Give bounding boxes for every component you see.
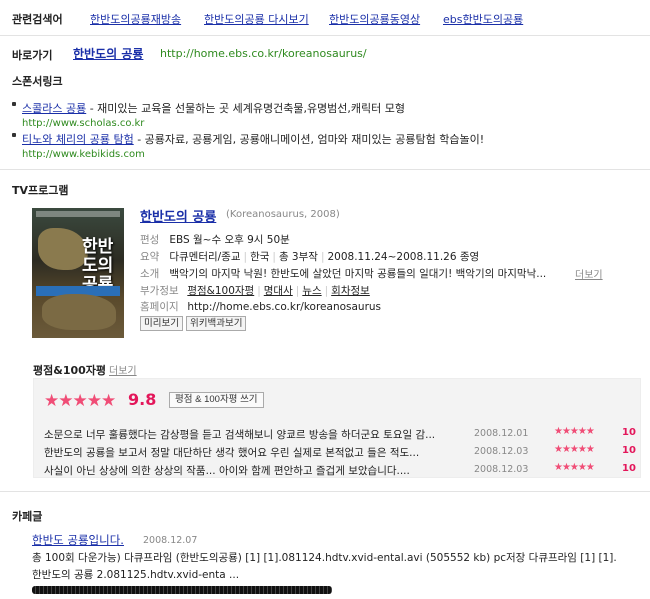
rating-stars-icon: ★★★★★ [44,391,116,411]
sponsor-url[interactable]: http://www.kebikids.com [22,149,642,160]
review-text[interactable]: 소문으로 너무 훌륭했다는 감상평을 듣고 검색해보니 양쿄르 방송을 하더군요… [44,429,435,441]
review-row[interactable]: 소문으로 너무 훌륭했다는 감상평을 듣고 검색해보니 양쿄르 방송을 하더군요… [44,426,636,441]
review-score: 10 [622,463,636,474]
sponsor-url[interactable]: http://www.scholas.co.kr [22,118,642,129]
cafe-post-date: 2008.12.07 [143,535,198,546]
sponsor-title-link[interactable]: 스콜라스 공룡 [22,102,86,115]
program-poster-image[interactable]: 한반도의 공룡 [32,208,124,338]
info-key: 소개 [140,268,160,280]
related-searches-bar: 관련검색어 한반도의공룡재방송 한반도의공룡 다시보기 한반도의공룡동영상 eb… [0,0,650,36]
news-link[interactable]: 뉴스 [302,285,321,297]
homepage-link[interactable]: http://home.ebs.co.kr/koreanosaurus [187,301,381,313]
info-key: 편성 [140,234,160,246]
dinosaur-body-shape [42,294,116,330]
review-date: 2008.12.03 [474,446,529,457]
info-row-homepage: 홈페이지 http://home.ebs.co.kr/koreanosaurus [140,299,381,314]
info-value: 한국 [250,251,270,263]
sponsor-item: 티노와 체리의 공룡 탐험 - 공룡자료, 공룡게임, 공룡애니메이션, 엄마와… [12,131,642,160]
dinosaur-head-shape [38,228,88,270]
write-review-button[interactable]: 평점 & 100자평 쓰기 [169,392,264,408]
related-keyword-link[interactable]: 한반도의공룡동영상 [329,11,420,27]
info-row-intro: 소개 백악기의 마지막 낙원! 한반도에 살았던 마지막 공룡들의 일대기! 백… [140,266,603,281]
info-key: 요약 [140,251,160,263]
shortcut-url-link[interactable]: http://home.ebs.co.kr/koreanosaurus/ [160,47,367,60]
info-key: 홈페이지 [140,301,179,313]
review-stars-icon: ★★★★★ [554,444,595,455]
tv-section-title: TV프로그램 [12,184,69,197]
sponsor-section-title: 스폰서링크 [12,75,63,88]
related-keyword-link[interactable]: 한반도의공룡재방송 [90,11,181,27]
info-key: 부가정보 [140,285,179,297]
shortcut-section: 바로가기 한반도의 공룡 http://home.ebs.co.kr/korea… [0,40,650,66]
rating-link[interactable]: 평점&100자평 [187,285,254,297]
sponsor-item: 스콜라스 공룡 - 재미있는 교육을 선물하는 곳 세계유명건축물,유명범선,캐… [12,100,642,129]
review-heading: 평점&100자평 [33,364,107,377]
tv-program-section: TV프로그램 한반도의 공룡 한반도의 공룡 (Koreanosaurus, 2… [0,172,650,492]
shortcut-label: 바로가기 [12,49,53,62]
review-stars-icon: ★★★★★ [554,426,595,437]
rating-score: 9.8 [128,390,157,409]
info-value: 백악기의 마지막 낙원! 한반도에 살았던 마지막 공룡들의 일대기! 백악기의… [169,268,547,280]
wiki-button[interactable]: 위키백과보기 [186,316,247,331]
intro-more-link[interactable]: 더보기 [575,266,603,281]
related-keyword-link[interactable]: ebs한반도의공룡 [443,11,523,27]
shortcut-title-link[interactable]: 한반도의 공룡 [73,45,143,62]
cafe-post-snippet: 총 100회 다운가능) 다큐프라임 (한반도의공룡) [1] [1].0811… [32,552,617,564]
info-value: 2008.11.24~2008.11.26 종영 [327,251,480,263]
review-score: 10 [622,445,636,456]
review-more-link[interactable]: 더보기 [109,362,137,377]
review-date: 2008.12.01 [474,428,529,439]
cafe-posts-section: 카페글 한반도 공룡입니다. 2008.12.07 총 100회 다운가능) 다… [0,500,650,599]
bullet-icon [12,102,16,106]
quotes-link[interactable]: 명대사 [264,285,293,297]
sponsor-title-link[interactable]: 티노와 체리의 공룡 탐험 [22,133,134,146]
cafe-post-title-link[interactable]: 한반도 공룡입니다. [32,532,124,548]
sponsor-description: - 재미있는 교육을 선물하는 곳 세계유명건축물,유명범선,캐릭터 모형 [86,102,406,115]
review-box: ★★★★★ 9.8 평점 & 100자평 쓰기 소문으로 너무 훌륭했다는 감상… [33,378,641,478]
review-text[interactable]: 한반도의 공룡을 보고서 정말 대단하단 생각 했어요 우린 실제로 본적없고 … [44,447,419,459]
program-title-link[interactable]: 한반도의 공룡 [140,206,216,225]
bullet-icon [12,133,16,137]
review-row[interactable]: 한반도의 공룡을 보고서 정말 대단하단 생각 했어요 우린 실제로 본적없고 … [44,444,636,459]
cafe-section-title: 카페글 [12,510,43,523]
info-row-extra: 부가정보 평점&100자평 | 명대사 | 뉴스 | 회차정보 [140,285,370,297]
info-row-summary: 요약 다큐멘터리/종교 | 한국 | 총 3부작 | 2008.11.24~2008.11.… [140,251,480,263]
review-date: 2008.12.03 [474,464,529,475]
sponsor-description: - 공룡자료, 공룡게임, 공룡애니메이션, 엄마와 재미있는 공룡탐험 학습놀… [133,133,485,146]
related-keyword-link[interactable]: 한반도의공룡 다시보기 [204,11,309,27]
redacted-scribble [32,586,332,594]
info-row-schedule: 편성 EBS 월~수 오후 9시 50분 [140,232,290,247]
info-value: 다큐멘터리/종교 [169,251,241,263]
poster-banner [36,211,120,217]
sponsor-links-section: 스폰서링크 스콜라스 공룡 - 재미있는 교육을 선물하는 곳 세계유명건축물,… [0,70,650,170]
cafe-post-snippet: 한반도의 공룡 2.081125.hdtv.xvid-enta ... [32,569,240,581]
info-value: EBS 월~수 오후 9시 50분 [169,234,290,246]
info-value: 총 3부작 [278,251,318,263]
review-row[interactable]: 사실이 아닌 상상에 의한 상상의 작품... 아이와 함께 편안하고 즐겁게 … [44,462,636,477]
program-original-title: (Koreanosaurus, 2008) [226,209,340,220]
review-score: 10 [622,427,636,438]
preview-button[interactable]: 미리보기 [140,316,183,331]
episodes-link[interactable]: 회차정보 [331,285,370,297]
review-text[interactable]: 사실이 아닌 상상에 의한 상상의 작품... 아이와 함께 편안하고 즐겁게 … [44,465,410,477]
review-stars-icon: ★★★★★ [554,462,595,473]
related-searches-label: 관련검색어 [12,13,63,26]
